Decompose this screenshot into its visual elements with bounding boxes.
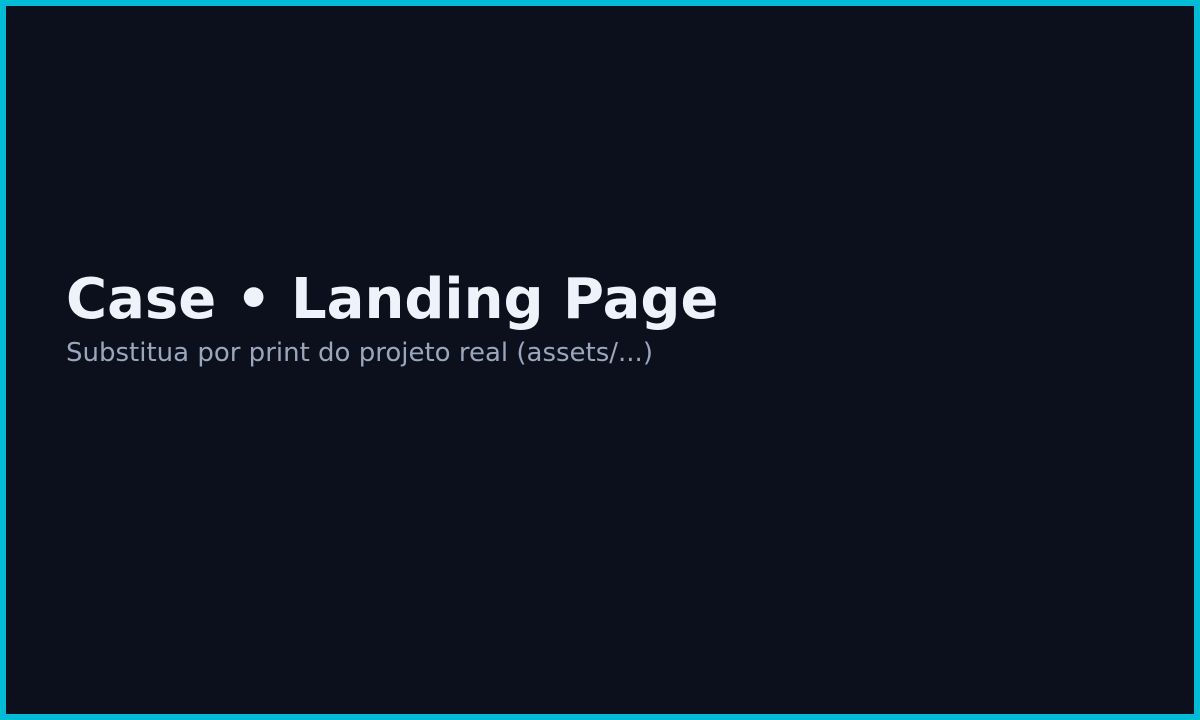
placeholder-frame: Case • Landing Page Substitua por print … [0, 0, 1200, 720]
placeholder-subtitle: Substitua por print do projeto real (ass… [66, 338, 653, 368]
placeholder-title: Case • Landing Page [66, 267, 719, 332]
